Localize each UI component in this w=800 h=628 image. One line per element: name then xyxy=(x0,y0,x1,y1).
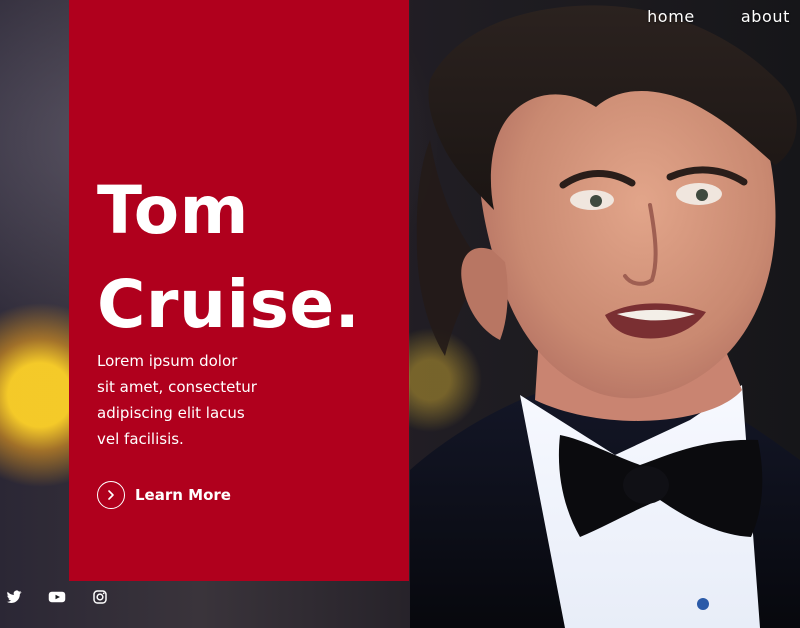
hero-description: Lorem ipsum dolor sit amet, consectetur … xyxy=(97,348,312,452)
twitter-icon[interactable] xyxy=(5,588,23,606)
hero-description-line-1: Lorem ipsum dolor xyxy=(97,352,238,370)
nav-item-about[interactable]: about xyxy=(741,7,790,26)
learn-more-button[interactable]: Learn More xyxy=(97,481,231,509)
social-links xyxy=(5,588,109,606)
hero-description-line-3: adipiscing elit lacus xyxy=(97,404,245,422)
hero-page: home about Tom Cruise. Lorem ipsum dolor… xyxy=(0,0,800,628)
learn-more-label: Learn More xyxy=(135,486,231,504)
hero-title-line-1: Tom xyxy=(97,172,249,249)
instagram-icon[interactable] xyxy=(91,588,109,606)
youtube-icon[interactable] xyxy=(48,588,66,606)
hero-title: Tom Cruise. xyxy=(97,164,407,352)
hero-description-line-4: vel facilisis. xyxy=(97,430,184,448)
nav-item-home[interactable]: home xyxy=(647,7,695,26)
hero-title-line-2: Cruise. xyxy=(97,266,361,343)
hero-panel: Tom Cruise. Lorem ipsum dolor sit amet, … xyxy=(69,0,409,581)
chevron-right-icon xyxy=(97,481,125,509)
hero-description-line-2: sit amet, consectetur xyxy=(97,378,257,396)
top-nav: home about xyxy=(647,7,790,26)
